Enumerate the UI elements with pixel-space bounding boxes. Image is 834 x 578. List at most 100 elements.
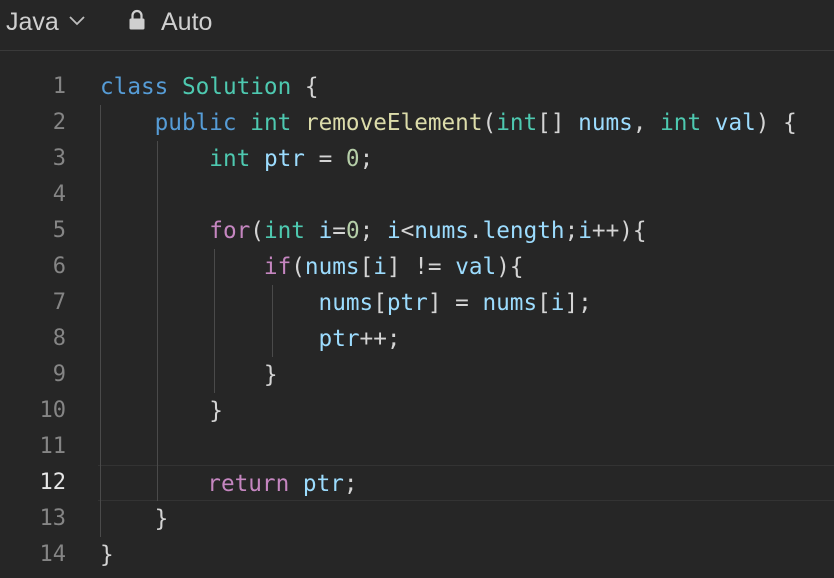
code-token: = xyxy=(332,218,346,244)
code-token: public xyxy=(154,110,237,136)
code-token: } xyxy=(100,542,114,568)
line-number-gutter: 1 2 3 4 5 6 7 8 9 10 11 12 13 14 xyxy=(0,52,80,578)
code-token: int xyxy=(263,218,305,244)
indent-guide xyxy=(100,105,101,537)
code-token: i xyxy=(373,254,387,280)
code-token: i xyxy=(386,218,401,244)
code-token: class xyxy=(100,74,169,100)
code-token: ]; xyxy=(564,290,592,316)
editor-toolbar: Java Auto xyxy=(0,0,834,51)
code-line: } xyxy=(100,393,223,429)
code-token: nums xyxy=(304,254,360,280)
code-token: = xyxy=(304,146,346,172)
line-number: 8 xyxy=(52,326,66,351)
code-token: ; xyxy=(564,218,579,244)
code-token: , xyxy=(632,110,661,136)
code-token: [ xyxy=(359,254,374,280)
line-number: 1 xyxy=(52,74,66,99)
line-number: 3 xyxy=(52,146,66,171)
code-line: ptr++; xyxy=(100,321,401,357)
code-token: 0 xyxy=(345,146,360,172)
code-token: i xyxy=(550,290,565,316)
code-token: Solution xyxy=(181,74,292,100)
code-token: . xyxy=(468,218,483,244)
code-line: } xyxy=(100,501,169,537)
code-token: [ xyxy=(373,290,387,316)
code-token: removeElement xyxy=(304,110,483,136)
line-number: 14 xyxy=(39,542,67,567)
code-line: nums[ptr] = nums[i]; xyxy=(100,285,592,321)
code-token: } xyxy=(100,398,223,424)
code-token: [] xyxy=(537,110,579,136)
line-number: 12 xyxy=(39,470,67,495)
code-token: ptr xyxy=(302,471,344,497)
code-token: ; xyxy=(343,471,358,497)
code-line: class Solution { xyxy=(100,69,319,105)
indent-guide xyxy=(157,141,159,501)
code-line: public int removeElement(int[] nums, int… xyxy=(100,105,797,141)
language-select[interactable]: Java xyxy=(6,7,86,37)
code-token: ){ xyxy=(496,254,524,280)
code-token: ( xyxy=(291,254,305,280)
code-token: ; xyxy=(359,146,374,172)
line-number: 4 xyxy=(52,182,66,207)
code-line: if(nums[i] != val){ xyxy=(100,249,524,285)
indent-guide xyxy=(271,285,273,357)
chevron-down-icon xyxy=(68,12,86,31)
code-token: nums xyxy=(414,218,469,244)
code-token: for xyxy=(209,218,251,244)
code-area[interactable]: class Solution { public int removeElemen… xyxy=(98,52,834,578)
code-token: ptr xyxy=(386,290,428,316)
code-token: int xyxy=(209,146,251,172)
code-token: ptr xyxy=(263,146,305,172)
code-token: ] = xyxy=(427,290,483,316)
code-token: nums xyxy=(482,290,538,316)
code-token: i xyxy=(318,218,333,244)
code-token: length xyxy=(482,218,565,244)
code-editor[interactable]: 1 2 3 4 5 6 7 8 9 10 11 12 13 14 class Solution { pub… xyxy=(0,52,834,578)
code-line: int ptr = 0; xyxy=(100,141,373,177)
code-token: i xyxy=(578,218,592,244)
code-token: int xyxy=(496,110,538,136)
code-token: ++; xyxy=(359,326,401,352)
code-token: nums xyxy=(578,110,633,136)
lock-icon xyxy=(128,9,146,35)
language-label: Java xyxy=(6,7,59,36)
code-token: { xyxy=(291,74,319,100)
line-number: 13 xyxy=(39,506,67,531)
code-token: return xyxy=(207,471,290,497)
code-token: ptr xyxy=(318,326,360,352)
code-token: ( xyxy=(482,110,497,136)
indent-guide xyxy=(214,249,216,393)
code-line: } xyxy=(100,537,114,573)
code-token: if xyxy=(263,254,292,280)
code-token: } xyxy=(100,506,169,532)
line-number: 11 xyxy=(39,434,67,459)
line-number: 5 xyxy=(52,218,66,243)
code-token: int xyxy=(660,110,702,136)
code-token: ; xyxy=(359,218,387,244)
mode-label: Auto xyxy=(161,7,213,36)
code-token: nums xyxy=(318,290,374,316)
mode-toggle[interactable]: Auto xyxy=(128,7,212,37)
code-line: return ptr; xyxy=(98,465,834,501)
line-number: 2 xyxy=(52,110,66,135)
code-token: ( xyxy=(250,218,264,244)
code-token: ) { xyxy=(755,110,797,136)
code-token: } xyxy=(100,362,278,388)
code-token: [ xyxy=(537,290,551,316)
code-token: ] != xyxy=(386,254,456,280)
line-number: 6 xyxy=(52,254,66,279)
